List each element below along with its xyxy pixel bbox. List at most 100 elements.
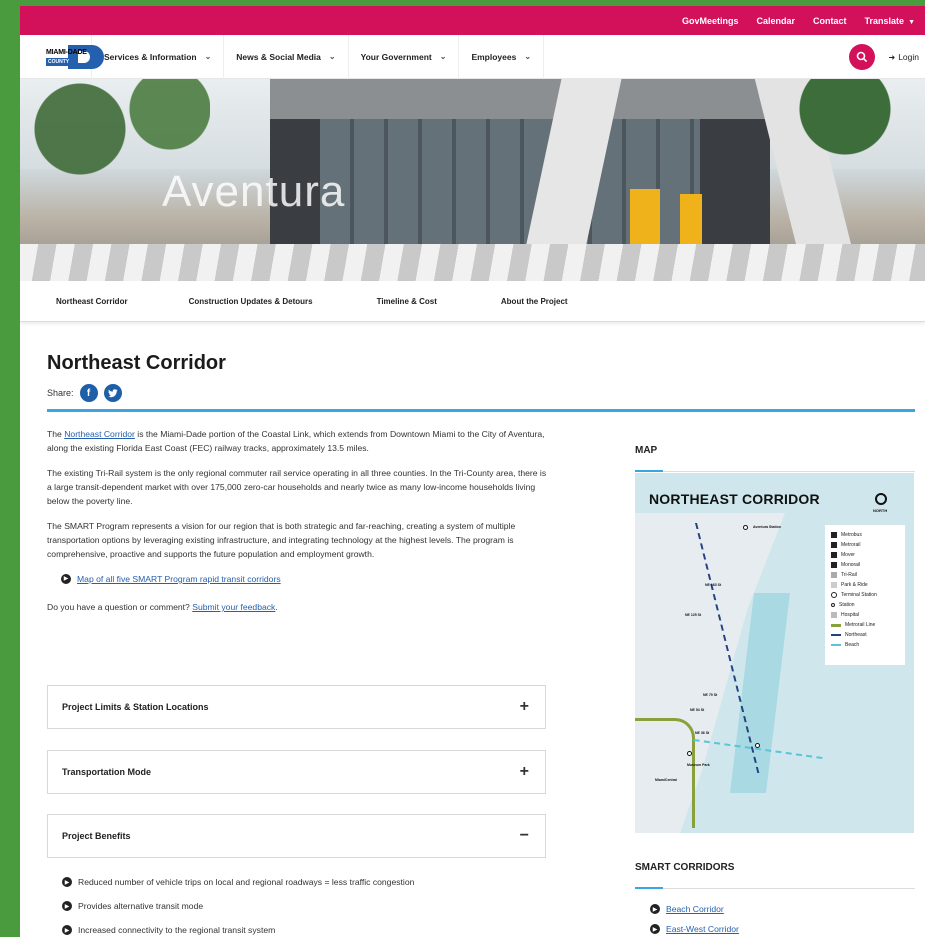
list-item: ▶ Beach Corridor	[650, 899, 739, 919]
plus-icon: +	[519, 763, 529, 780]
chevron-down-icon: ⌄	[524, 52, 532, 61]
legend-label: Tri-Rail	[841, 572, 857, 578]
mover-icon	[831, 552, 837, 558]
list-item: ▶ Provides alternative transit mode	[62, 894, 414, 918]
accordion-project-benefits[interactable]: Project Benefits −	[47, 814, 546, 858]
map-station-label: Museum Park	[687, 763, 710, 767]
hero-sign-text: Aventura	[162, 167, 346, 216]
utility-govmeetings-link[interactable]: GovMeetings	[682, 16, 739, 26]
login-link[interactable]: ➜ Login	[888, 52, 919, 62]
sub-nav: Northeast Corridor Construction Updates …	[20, 281, 925, 322]
utility-translate-dropdown[interactable]: Translate ▼	[865, 16, 915, 26]
legend-label: Hospital	[841, 612, 860, 618]
sign-in-icon: ➜	[888, 52, 896, 62]
legend-item: Mover	[831, 550, 899, 560]
twitter-icon[interactable]	[103, 384, 122, 402]
legend-item: Station	[831, 600, 899, 610]
legend-label: Metrorail	[841, 542, 861, 548]
beach-corridor-link[interactable]: Beach Corridor	[666, 904, 724, 914]
nav-services-information[interactable]: Services & Information ⌄	[92, 34, 225, 79]
search-button[interactable]	[849, 44, 875, 70]
benefit-text: Provides alternative transit mode	[78, 901, 204, 911]
map-station-label: Aventura Station	[753, 525, 781, 529]
subnav-northeast-corridor[interactable]: Northeast Corridor	[56, 297, 128, 306]
subnav-timeline-cost[interactable]: Timeline & Cost	[377, 297, 437, 306]
legend-label: Metrorail Line	[845, 622, 876, 628]
map-station-marker	[755, 743, 760, 748]
station-icon	[831, 603, 835, 607]
chevron-down-icon: ▼	[908, 18, 915, 26]
nav-label: Your Government	[360, 51, 432, 62]
hospital-icon	[831, 612, 837, 618]
utility-contact-link[interactable]: Contact	[813, 16, 847, 26]
legend-item: Park & Ride	[831, 580, 899, 590]
nav-label: Employees	[471, 51, 517, 62]
map-link-row: ▶ Map of all five SMART Program rapid tr…	[61, 572, 547, 586]
map-station-label: NE 36 St	[695, 731, 710, 735]
map-station-label: NE 79 St	[703, 693, 718, 697]
share-label: Share:	[47, 388, 74, 398]
metrorail-line-swatch	[831, 623, 841, 627]
chevron-down-icon: ⌄	[328, 52, 336, 61]
east-west-corridor-link[interactable]: East-West Corridor	[666, 924, 739, 934]
nav-your-government[interactable]: Your Government ⌄	[349, 34, 460, 79]
text: Do you have a question or comment?	[47, 602, 193, 612]
section-divider	[47, 409, 915, 412]
text: The	[47, 429, 65, 439]
corridor-map[interactable]: NORTHEAST CORRIDOR NORTH Aventura Statio…	[635, 473, 914, 833]
legend-label: Mover	[841, 552, 855, 558]
chevron-down-icon: ⌄	[204, 52, 212, 61]
terminal-station-icon	[831, 592, 837, 598]
monorail-icon	[831, 562, 837, 568]
circle-arrow-icon: ▶	[650, 924, 660, 934]
county-logo[interactable]: MIAMI-DADE COUNTY	[20, 34, 104, 79]
circle-arrow-icon: ▶	[650, 904, 660, 914]
circle-arrow-icon: ▶	[62, 877, 72, 887]
northeast-corridor-link[interactable]: Northeast Corridor	[64, 429, 135, 439]
benefit-text: Increased connectivity to the regional t…	[78, 925, 276, 935]
nav-label: News & Social Media	[236, 51, 321, 62]
legend-label: Monorail	[841, 562, 861, 568]
nav-news-social-media[interactable]: News & Social Media ⌄	[224, 34, 349, 79]
facebook-icon[interactable]: f	[79, 384, 98, 402]
circle-arrow-icon: ▶	[61, 574, 71, 584]
login-label: Login	[898, 52, 919, 62]
map-station-marker	[687, 751, 692, 756]
subnav-construction-updates[interactable]: Construction Updates & Detours	[189, 297, 313, 306]
list-item: ▶ Reduced number of vehicle trips on loca…	[62, 870, 414, 894]
map-legend: Metrobus Metrorail Mover Monorail Tri-Ra…	[825, 525, 905, 665]
map-station-label: NE 125 St	[685, 613, 702, 617]
train-icon	[831, 542, 837, 548]
body-text: The Northeast Corridor is the Miami-Dade…	[47, 427, 547, 625]
legend-item: Tri-Rail	[831, 570, 899, 580]
nav-employees[interactable]: Employees ⌄	[459, 34, 545, 79]
beach-line-swatch	[831, 644, 841, 646]
accordion-label: Transportation Mode	[62, 767, 152, 777]
park-ride-icon	[831, 582, 837, 588]
smart-corridors-map-link[interactable]: Map of all five SMART Program rapid tran…	[77, 572, 281, 586]
utility-calendar-link[interactable]: Calendar	[757, 16, 796, 26]
north-label: NORTH	[873, 508, 888, 513]
map-heading-rule	[635, 470, 915, 472]
north-arrow-icon	[875, 493, 887, 505]
submit-feedback-link[interactable]: Submit your feedback	[192, 602, 275, 612]
logo-text-line1: MIAMI-DADE	[46, 48, 87, 56]
page-title: Northeast Corridor	[47, 352, 226, 374]
hero-trees	[765, 79, 905, 229]
accordion-project-limits[interactable]: Project Limits & Station Locations +	[47, 685, 546, 729]
legend-label: Metrobus	[841, 532, 862, 538]
accordion-label: Project Benefits	[62, 831, 131, 841]
search-icon	[856, 51, 868, 63]
legend-label: Station	[839, 602, 855, 608]
accordion-transportation-mode[interactable]: Transportation Mode +	[47, 750, 546, 794]
map-station-label: NE 163 St	[705, 583, 722, 587]
circle-arrow-icon: ▶	[62, 901, 72, 911]
corridor-links: ▶ Beach Corridor ▶ East-West Corridor	[650, 899, 739, 937]
subnav-about-project[interactable]: About the Project	[501, 297, 568, 306]
tri-rail-icon	[831, 572, 837, 578]
feedback-paragraph: Do you have a question or comment? Submi…	[47, 600, 547, 614]
legend-label: Park & Ride	[841, 582, 868, 588]
legend-item: Hospital	[831, 610, 899, 620]
chevron-down-icon: ⌄	[439, 52, 447, 61]
utility-bar: GovMeetings Calendar Contact Translate ▼	[20, 6, 925, 35]
